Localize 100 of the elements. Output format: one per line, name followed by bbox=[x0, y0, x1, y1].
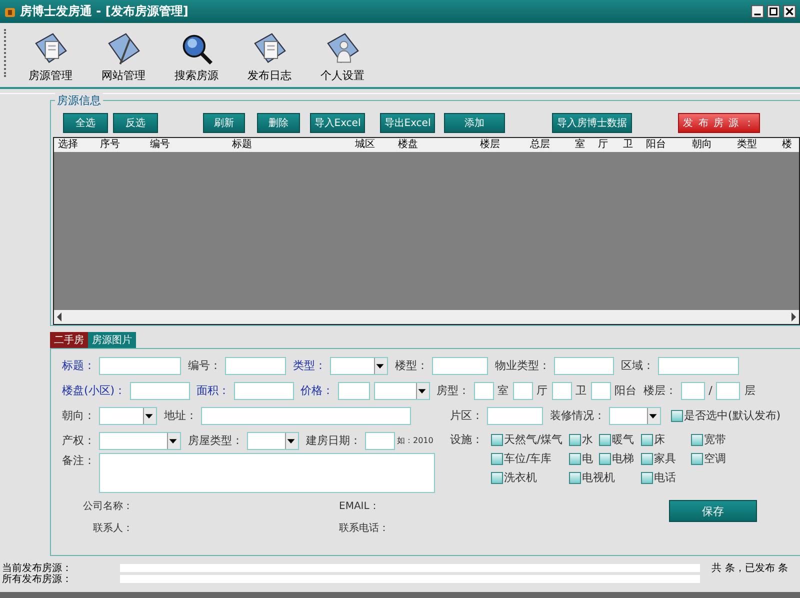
field-label: 价格： bbox=[300, 383, 334, 398]
action-button[interactable]: 删除 bbox=[257, 113, 300, 133]
field-label: 房屋类型： bbox=[188, 433, 243, 448]
checkbox[interactable]: 电 bbox=[569, 451, 593, 466]
hint-text: 如：2010 bbox=[397, 435, 434, 446]
action-button[interactable]: 全选 bbox=[63, 113, 108, 133]
checkbox[interactable]: 洗衣机 bbox=[491, 470, 537, 485]
checkbox[interactable]: 天然气/煤气 bbox=[491, 432, 563, 447]
input-field[interactable] bbox=[554, 356, 614, 374]
field-label: 区域： bbox=[621, 358, 654, 373]
toolbar-button[interactable]: 个人设置 bbox=[306, 32, 379, 83]
checkbox[interactable]: 家具 bbox=[641, 451, 676, 466]
column-header[interactable]: 类型 bbox=[733, 138, 778, 152]
input-field[interactable] bbox=[512, 382, 533, 400]
close-icon[interactable] bbox=[783, 5, 796, 18]
contact-label: 联系电话： bbox=[339, 522, 390, 535]
app-icon bbox=[4, 6, 16, 18]
field-label: 装修情况： bbox=[550, 408, 605, 423]
input-field[interactable] bbox=[716, 382, 740, 400]
input-field[interactable] bbox=[432, 356, 488, 374]
checkbox[interactable]: 暖气 bbox=[599, 432, 634, 447]
column-header[interactable]: 选择 bbox=[54, 138, 96, 152]
input-field[interactable] bbox=[201, 406, 411, 424]
input-field[interactable] bbox=[590, 382, 611, 400]
column-header[interactable]: 楼层 bbox=[476, 138, 526, 152]
checkbox[interactable]: 宽带 bbox=[691, 432, 726, 447]
field-label: 房型： bbox=[436, 383, 470, 398]
status-label: 当前发布房源： bbox=[1, 562, 73, 574]
column-header[interactable]: 编号 bbox=[146, 138, 228, 152]
checkbox[interactable]: 水 bbox=[569, 432, 593, 447]
input-field[interactable] bbox=[658, 356, 739, 374]
unit-label: 卫 bbox=[576, 383, 587, 398]
toolbar-button[interactable]: 房源管理 bbox=[14, 32, 87, 83]
field-label: 类型： bbox=[293, 358, 326, 373]
toolbar-button[interactable]: 发布日志 bbox=[233, 32, 306, 83]
tab[interactable]: 房源图片 bbox=[88, 332, 136, 348]
toolbar-button[interactable]: 网站管理 bbox=[87, 32, 160, 83]
field-label: 物业类型： bbox=[495, 358, 550, 373]
input-field[interactable] bbox=[552, 382, 572, 400]
checkbox[interactable]: 车位/车库 bbox=[491, 451, 552, 466]
toolbar-button[interactable]: 搜索房源 bbox=[160, 32, 233, 83]
input-field[interactable] bbox=[680, 382, 705, 400]
field-label: 产权： bbox=[62, 433, 95, 448]
field-label: 备注： bbox=[62, 453, 95, 468]
column-header[interactable]: 朝向 bbox=[688, 138, 733, 152]
column-header[interactable]: 总层 bbox=[526, 138, 571, 152]
column-header[interactable]: 室 bbox=[571, 138, 594, 152]
caret-icon[interactable] bbox=[143, 408, 156, 424]
window-title: 房博士发房通 - [发布房源管理] bbox=[20, 3, 188, 20]
field-label: 设施： bbox=[450, 432, 483, 448]
input-field[interactable] bbox=[487, 406, 543, 424]
horizontal-scrollbar[interactable] bbox=[54, 310, 799, 324]
column-header[interactable]: 卫 bbox=[619, 138, 642, 152]
column-header[interactable]: 楼盘 bbox=[394, 138, 476, 152]
column-header[interactable]: 城区 bbox=[351, 138, 394, 152]
input-field[interactable] bbox=[234, 382, 294, 400]
column-header[interactable]: 厅 bbox=[594, 138, 619, 152]
unit-label: 层 bbox=[744, 383, 756, 398]
caret-icon[interactable] bbox=[285, 432, 298, 448]
publish-button[interactable]: 发 布 房 源 ： bbox=[678, 113, 760, 133]
field-label: 编号： bbox=[188, 358, 221, 373]
field-label: 地址： bbox=[164, 408, 197, 423]
checkbox[interactable]: 电梯 bbox=[599, 451, 634, 466]
column-header[interactable]: 楼 bbox=[778, 138, 799, 152]
caret-icon[interactable] bbox=[416, 382, 429, 398]
action-button[interactable]: 导入Excel bbox=[310, 113, 365, 133]
maximize-icon[interactable] bbox=[767, 5, 780, 18]
caret-icon[interactable] bbox=[374, 358, 387, 374]
save-button[interactable]: 保存 bbox=[669, 500, 757, 522]
checkbox[interactable]: 是否选中(默认发布) bbox=[671, 408, 781, 423]
field-label: 标题： bbox=[62, 358, 95, 373]
minimize-icon[interactable] bbox=[751, 5, 764, 18]
action-button[interactable]: 刷新 bbox=[203, 113, 245, 133]
input-field[interactable] bbox=[130, 382, 190, 400]
action-button[interactable]: 导入房博士数据 bbox=[552, 113, 632, 133]
field-label: 楼型： bbox=[395, 358, 428, 373]
action-button[interactable]: 反选 bbox=[113, 113, 158, 133]
checkbox[interactable]: 电话 bbox=[641, 470, 676, 485]
caret-icon[interactable] bbox=[647, 408, 660, 424]
caret-icon[interactable] bbox=[167, 432, 180, 448]
column-header[interactable]: 阳台 bbox=[642, 138, 688, 152]
input-field[interactable] bbox=[225, 356, 286, 374]
unit-label: 室 bbox=[498, 383, 509, 398]
column-header[interactable]: 标题 bbox=[228, 138, 351, 152]
field-label: 片区： bbox=[450, 408, 483, 423]
checkbox[interactable]: 床 bbox=[641, 432, 665, 447]
action-button[interactable]: 导出Excel bbox=[380, 113, 435, 133]
checkbox[interactable]: 空调 bbox=[691, 451, 726, 466]
remark-field[interactable] bbox=[99, 453, 435, 493]
action-button[interactable]: 添加 bbox=[444, 113, 505, 133]
input-field[interactable] bbox=[99, 356, 181, 374]
unit-label: 阳台 bbox=[614, 383, 637, 398]
input-field[interactable] bbox=[474, 382, 494, 400]
input-field[interactable] bbox=[365, 432, 395, 450]
status-summary: 共 条，已发布 条 bbox=[712, 562, 789, 574]
column-header[interactable]: 序号 bbox=[96, 138, 146, 152]
input-field[interactable] bbox=[338, 382, 370, 400]
tab[interactable]: 二手房 bbox=[50, 332, 88, 348]
checkbox[interactable]: 电视机 bbox=[569, 470, 615, 485]
status-label: 所有发布房源： bbox=[1, 572, 73, 586]
